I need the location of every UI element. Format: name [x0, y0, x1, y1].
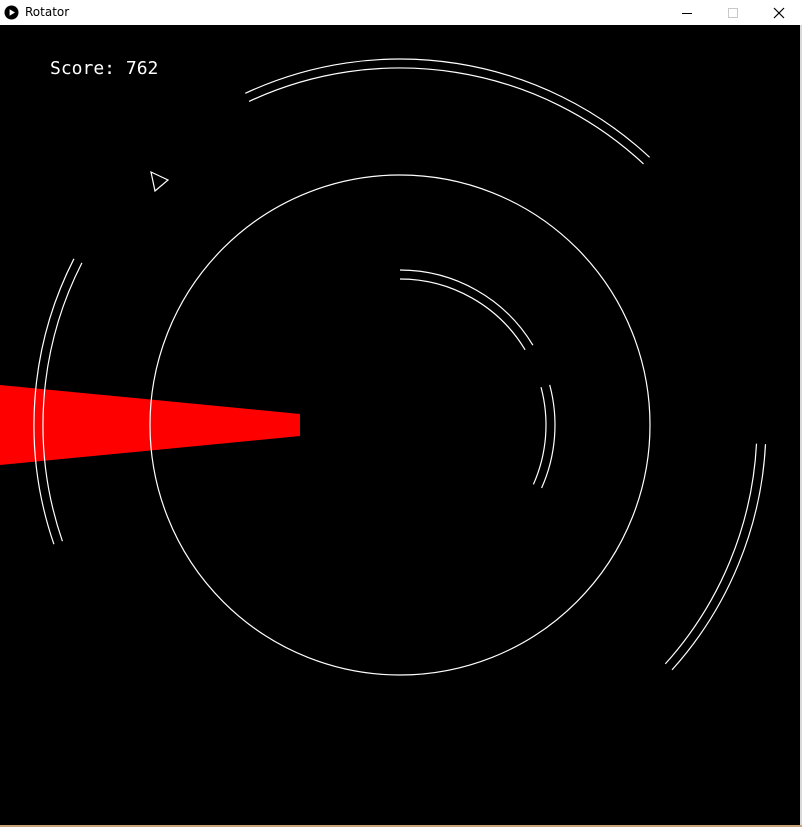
title-bar[interactable]: Rotator — [0, 0, 802, 25]
game-scene — [0, 58, 767, 676]
outer-barrier-top-outer — [245, 58, 651, 158]
maximize-button[interactable] — [710, 0, 756, 25]
outer-barrier-right-outer — [671, 444, 767, 671]
enemy-triangle — [150, 170, 170, 193]
minimize-button[interactable] — [664, 0, 710, 25]
maximize-icon — [728, 7, 738, 18]
inner-barrier-top-outer — [399, 269, 534, 346]
inner-barrier-right-inner — [532, 387, 547, 485]
play-circle-icon — [4, 5, 19, 20]
inner-barrier-top-inner — [399, 278, 526, 351]
game-window: Rotator Score: 762 — [0, 0, 802, 827]
outer-barrier-top-inner — [248, 67, 644, 165]
game-canvas[interactable]: Score: 762 — [0, 25, 800, 825]
window-title: Rotator — [25, 5, 70, 19]
minimize-icon — [682, 12, 692, 14]
close-icon — [773, 7, 785, 18]
close-button[interactable] — [756, 0, 802, 25]
score-display: Score: 762 — [50, 58, 159, 79]
